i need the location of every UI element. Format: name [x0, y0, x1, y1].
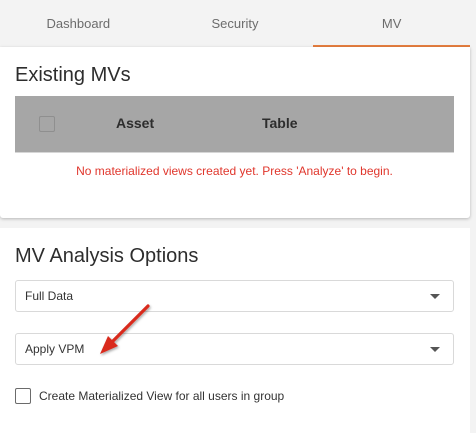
data-scope-select[interactable]: Full Data [15, 280, 454, 312]
chevron-down-icon [430, 347, 440, 352]
column-header-table[interactable]: Table [262, 115, 298, 131]
tab-security[interactable]: Security [157, 0, 314, 47]
vpm-select[interactable]: Apply VPM [15, 333, 454, 365]
create-for-group-checkbox[interactable] [15, 388, 31, 404]
existing-mvs-title: Existing MVs [15, 64, 131, 86]
table-divider [15, 152, 454, 153]
analysis-options-card: MV Analysis Options Full Data Apply VPM … [0, 228, 470, 433]
data-scope-value: Full Data [25, 289, 74, 303]
tab-dashboard[interactable]: Dashboard [0, 0, 157, 47]
empty-state-message: No materialized views created yet. Press… [76, 164, 393, 178]
vpm-value: Apply VPM [25, 342, 85, 356]
column-header-asset[interactable]: Asset [116, 115, 154, 131]
create-for-group-label: Create Materialized View for all users i… [39, 389, 285, 403]
mv-table-header: Asset Table [15, 96, 454, 152]
analysis-options-title: MV Analysis Options [15, 245, 199, 267]
select-all-checkbox[interactable] [39, 116, 55, 132]
tab-bar: Dashboard Security MV [0, 0, 470, 47]
create-for-group-option[interactable]: Create Materialized View for all users i… [15, 388, 284, 404]
existing-mvs-card: Existing MVs Asset Table No materialized… [0, 47, 470, 218]
chevron-down-icon [430, 294, 440, 299]
tab-mv[interactable]: MV [313, 0, 470, 47]
